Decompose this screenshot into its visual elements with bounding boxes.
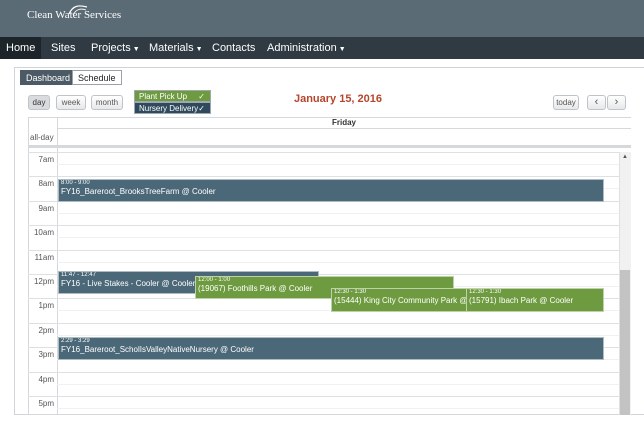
event-title: (15444) King City Community Park @ Coole… xyxy=(334,296,468,305)
week-view-button[interactable]: week xyxy=(56,95,86,110)
day-view-button[interactable]: day xyxy=(28,95,50,110)
half-hour-line xyxy=(57,262,619,263)
hour-label: 1pm xyxy=(38,301,54,310)
hour-label: 9am xyxy=(38,204,54,213)
app-header: Clean Water Services xyxy=(0,0,644,37)
half-hour-line xyxy=(57,164,619,165)
nav-projects[interactable]: Projects ▼ xyxy=(85,37,146,59)
event-title: (15791) Ibach Park @ Cooler xyxy=(469,296,574,305)
nav-contacts-label: Contacts xyxy=(212,42,256,54)
legend-plant-pick-up-label: Plant Pick Up xyxy=(139,92,188,101)
event-time: 12:00 - 1:00 xyxy=(198,277,231,283)
main-nav: Home Sites Projects ▼ Materials ▼ Contacts… xyxy=(0,37,644,59)
half-hour-line xyxy=(57,335,619,336)
scrollbar-thumb[interactable] xyxy=(620,270,630,415)
tab-dashboard-label: Dashboard xyxy=(26,73,71,83)
next-day-button[interactable]: › xyxy=(607,95,626,110)
nav-administration[interactable]: Administration ▼ xyxy=(261,37,352,59)
calendar-event[interactable]: 12:30 - 1:30 (15444) King City Community … xyxy=(331,288,468,312)
nav-administration-label: Administration xyxy=(267,42,337,54)
hour-label: 5pm xyxy=(38,399,54,408)
tab-schedule[interactable]: Schedule xyxy=(72,70,122,85)
nav-contacts[interactable]: Contacts xyxy=(206,37,261,59)
month-view-button[interactable]: month xyxy=(91,95,123,110)
week-view-label: week xyxy=(61,98,81,107)
legend-nursery-delivery[interactable]: Nursery Delivery ✓ xyxy=(134,102,211,114)
event-time: 8:00 - 9:00 xyxy=(61,180,90,186)
calendar-grid xyxy=(28,117,631,415)
hour-label: 2pm xyxy=(38,326,54,335)
tab-schedule-label: Schedule xyxy=(78,73,116,83)
event-title: FY16_Bareroot_ScholIsValleyNativeNursery… xyxy=(61,345,254,354)
hour-line xyxy=(28,152,619,153)
calendar-event[interactable]: 8:00 - 9:00 FY16_Bareroot_BrooksTreeFarm … xyxy=(58,179,604,202)
legend-nursery-delivery-label: Nursery Delivery xyxy=(139,104,199,113)
day-column-header: Friday xyxy=(57,117,631,129)
logo[interactable]: Clean Water Services xyxy=(27,5,121,21)
hour-line xyxy=(28,250,619,251)
all-day-row[interactable]: all-day xyxy=(28,129,631,148)
hour-line xyxy=(28,225,619,226)
month-view-label: month xyxy=(95,98,119,107)
hour-line xyxy=(28,372,619,373)
hour-line xyxy=(28,323,619,324)
legend-plant-pick-up[interactable]: Plant Pick Up ✓ xyxy=(134,90,211,102)
calendar-event[interactable]: 12:30 - 1:30 (15791) Ibach Park @ Cooler xyxy=(466,288,604,312)
nav-home-label: Home xyxy=(6,42,36,54)
hour-label: 3pm xyxy=(38,350,54,359)
chevron-right-icon: › xyxy=(614,96,619,108)
hour-label: 8am xyxy=(38,179,54,188)
nav-projects-label: Projects xyxy=(91,42,131,54)
check-icon: ✓ xyxy=(198,104,205,113)
nav-materials-label: Materials xyxy=(149,42,194,54)
half-hour-line xyxy=(57,408,619,409)
scroll-up-icon[interactable]: ▲ xyxy=(619,154,631,160)
nav-sites-label: Sites xyxy=(51,42,76,54)
event-time: 2:29 - 3:29 xyxy=(61,338,90,344)
event-type-legend: Plant Pick Up ✓ Nursery Delivery ✓ xyxy=(134,90,211,114)
time-gutter-divider xyxy=(57,117,58,415)
nav-home[interactable]: Home xyxy=(0,37,42,59)
today-label: today xyxy=(556,98,576,107)
event-time: 12:30 - 1:30 xyxy=(469,289,502,295)
half-hour-line xyxy=(57,384,619,385)
hour-label: 7am xyxy=(38,155,54,164)
hour-label: 4pm xyxy=(38,375,54,384)
tab-dashboard[interactable]: Dashboard xyxy=(20,70,77,85)
hour-label: 10am xyxy=(33,228,54,237)
chevron-down-icon: ▼ xyxy=(195,46,203,53)
event-time: 12:30 - 1:30 xyxy=(334,289,367,295)
day-view-label: day xyxy=(32,98,46,107)
half-hour-line xyxy=(57,213,619,214)
half-hour-line xyxy=(57,237,619,238)
chevron-down-icon: ▼ xyxy=(338,46,346,53)
nav-sites[interactable]: Sites xyxy=(45,37,81,59)
calendar-title: January 15, 2016 xyxy=(293,93,383,105)
chevron-down-icon: ▼ xyxy=(132,46,140,53)
event-title: FY16_Bareroot_BrooksTreeFarm @ Cooler xyxy=(61,187,216,196)
prev-day-button[interactable]: ‹ xyxy=(587,95,606,110)
hour-line xyxy=(28,396,619,397)
all-day-label: all-day xyxy=(30,133,54,142)
today-button[interactable]: today xyxy=(553,95,579,110)
chevron-left-icon: ‹ xyxy=(594,96,599,108)
hour-label: 11am xyxy=(34,253,54,262)
nav-materials[interactable]: Materials ▼ xyxy=(143,37,209,59)
calendar-event[interactable]: 2:29 - 3:29 FY16_Bareroot_ScholIsValleyNa… xyxy=(58,337,604,360)
hour-label: 12pm xyxy=(33,277,54,286)
hour-line xyxy=(28,176,619,177)
water-swirl-icon xyxy=(68,5,88,16)
